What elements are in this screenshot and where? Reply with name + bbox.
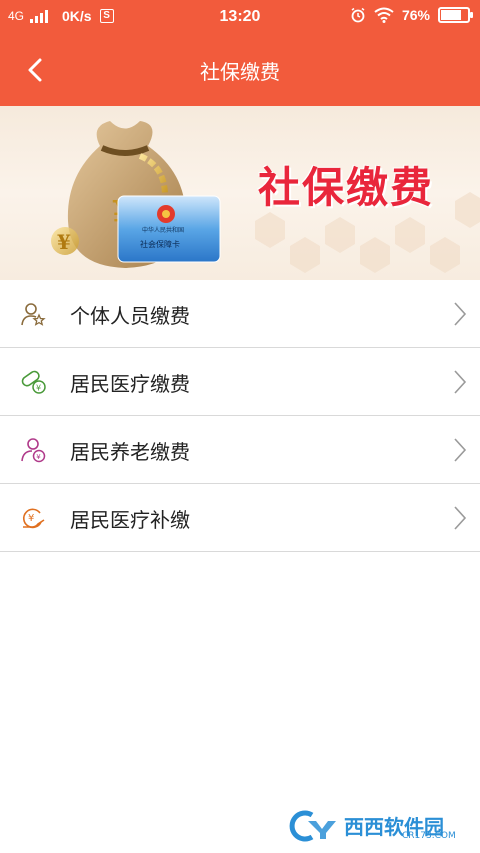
person-star-icon: [21, 303, 46, 326]
battery-percent: 76%: [401, 7, 430, 23]
menu-item-resident-medical-payment[interactable]: ¥ 居民医疗缴费: [0, 348, 480, 416]
menu-item-label: 居民医疗补缴: [70, 508, 190, 532]
svg-text:¥: ¥: [28, 513, 34, 524]
alarm-icon: [351, 7, 365, 23]
chevron-right-icon: [454, 370, 467, 394]
chevron-right-icon: [454, 438, 467, 462]
page-title: 社保缴费: [200, 60, 280, 84]
svg-text:¥: ¥: [57, 230, 71, 254]
svg-text:¥: ¥: [36, 384, 41, 393]
wifi-icon: [374, 7, 394, 23]
card-line1: 中华人民共和国: [142, 226, 184, 234]
banner: ¥ ¥ 中华人民共和国 社会保障卡 社保缴费: [0, 106, 480, 280]
coin-hand-icon: ¥: [22, 508, 45, 529]
menu-item-individual-payment[interactable]: 个体人员缴费: [0, 280, 480, 348]
menu-item-label: 个体人员缴费: [70, 304, 190, 328]
watermark-logo-icon: [289, 810, 336, 842]
money-bag-icon: ¥ ¥ 中华人民共和国 社会保障卡: [51, 121, 221, 268]
watermark: 西西软件园 CR173.COM: [282, 809, 462, 843]
card-line2: 社会保障卡: [140, 239, 180, 249]
chevron-right-icon: [454, 506, 467, 530]
elderly-icon: ¥: [21, 438, 46, 463]
menu-item-resident-pension-payment[interactable]: ¥ 居民养老缴费: [0, 416, 480, 484]
status-right: 76%: [350, 7, 473, 23]
menu-item-label: 居民养老缴费: [70, 440, 190, 464]
menu-item-label: 居民医疗缴费: [70, 372, 190, 396]
battery-icon: [438, 7, 473, 23]
menu-list: 个体人员缴费 ¥ 居民医疗缴费 ¥ 居民养老缴费 ¥ 居民医疗补缴: [0, 280, 480, 552]
nav-bar: 社保缴费: [0, 34, 480, 106]
watermark-url: CR173.COM: [402, 831, 456, 841]
svg-text:¥: ¥: [36, 453, 41, 461]
menu-item-resident-medical-supplement[interactable]: ¥ 居民医疗补缴: [0, 484, 480, 552]
banner-title: 社保缴费: [258, 163, 435, 212]
pill-icon: ¥: [21, 370, 46, 394]
chevron-right-icon: [454, 302, 467, 326]
status-bar: 4G 0K/s S 13:20 76%: [0, 0, 480, 34]
